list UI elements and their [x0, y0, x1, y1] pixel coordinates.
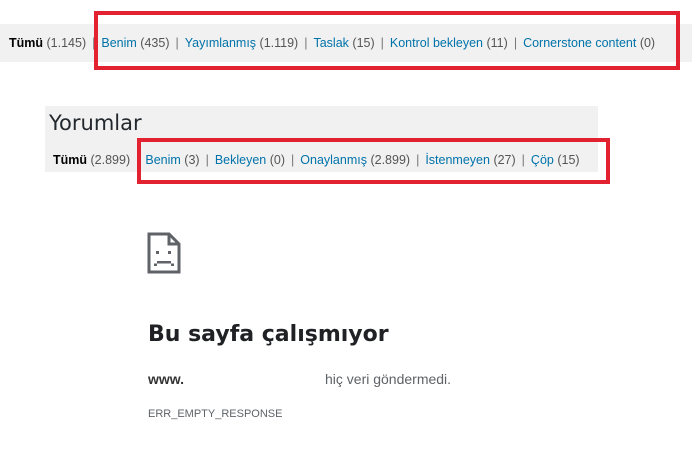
- filter-cornerstone[interactable]: Cornerstone content (0): [523, 36, 655, 50]
- comments-filter-spam[interactable]: İstenmeyen (27): [425, 153, 515, 167]
- filter-published[interactable]: Yayımlanmış (1.119): [185, 36, 299, 50]
- filter-draft-count: (15): [352, 36, 375, 50]
- separator: |: [416, 153, 420, 167]
- comments-filter-all[interactable]: Tümü (2.899): [53, 153, 130, 167]
- comments-filter-mine-link[interactable]: Benim: [145, 153, 180, 167]
- filter-cornerstone-link[interactable]: Cornerstone content: [523, 36, 636, 50]
- comments-filter-mine[interactable]: Benim (3): [145, 153, 199, 167]
- comments-filter-bar: Tümü (2.899) | Benim (3) | Bekleyen (0) …: [53, 153, 580, 167]
- comments-filter-pending[interactable]: Bekleyen (0): [215, 153, 285, 167]
- comments-filter-trash-link[interactable]: Çöp: [531, 153, 554, 167]
- filter-pending-count: (11): [486, 36, 508, 50]
- comments-filter-trash[interactable]: Çöp (15): [531, 153, 580, 167]
- separator: |: [175, 36, 179, 50]
- error-title: Bu sayfa çalışmıyor: [148, 322, 389, 347]
- filter-pending-link[interactable]: Kontrol bekleyen: [390, 36, 483, 50]
- comments-panel: Yorumlar Tümü (2.899) | Benim (3) | Bekl…: [45, 106, 598, 172]
- comments-filter-approved-count: (2.899): [370, 153, 411, 167]
- filter-all[interactable]: Tümü (1.145): [9, 36, 86, 50]
- filter-cornerstone-count: (0): [639, 36, 656, 50]
- filter-mine-count: (435): [140, 36, 170, 50]
- filter-mine-link[interactable]: Benim: [101, 36, 136, 50]
- comments-filter-spam-link[interactable]: İstenmeyen: [425, 153, 490, 167]
- separator: |: [136, 153, 140, 167]
- filter-all-label: Tümü: [9, 36, 44, 50]
- filter-draft[interactable]: Taslak (15): [313, 36, 374, 50]
- separator: |: [521, 153, 525, 167]
- filter-published-count: (1.119): [259, 36, 299, 50]
- comments-filter-all-label: Tümü: [53, 153, 88, 167]
- comments-filter-approved[interactable]: Onaylanmış (2.899): [300, 153, 410, 167]
- comments-filter-pending-link[interactable]: Bekleyen: [215, 153, 266, 167]
- separator: |: [291, 153, 295, 167]
- sad-page-icon: [146, 231, 182, 275]
- comments-filter-pending-count: (0): [269, 153, 286, 167]
- posts-filter-bar: Tümü (1.145) | Benim (435) | Yayımlanmış…: [0, 24, 692, 62]
- comments-filter-spam-count: (27): [493, 153, 516, 167]
- comments-filter-mine-count: (3): [184, 153, 200, 167]
- filter-published-link[interactable]: Yayımlanmış: [185, 36, 256, 50]
- error-host: www.: [148, 371, 185, 387]
- separator: |: [380, 36, 384, 50]
- error-message: hiç veri göndermedi.: [325, 371, 452, 387]
- separator: |: [513, 36, 518, 50]
- filter-mine[interactable]: Benim (435): [101, 36, 169, 50]
- separator: |: [92, 36, 96, 50]
- comments-filter-all-count: (2.899): [90, 153, 131, 167]
- filter-draft-link[interactable]: Taslak: [313, 36, 348, 50]
- page-title: Yorumlar: [49, 111, 142, 135]
- filter-pending[interactable]: Kontrol bekleyen (11): [390, 36, 508, 50]
- filter-all-count: (1.145): [46, 36, 87, 50]
- separator: |: [304, 36, 308, 50]
- comments-filter-approved-link[interactable]: Onaylanmış: [300, 153, 367, 167]
- separator: |: [205, 153, 209, 167]
- comments-filter-trash-count: (15): [557, 153, 580, 167]
- error-code: ERR_EMPTY_RESPONSE: [148, 408, 283, 420]
